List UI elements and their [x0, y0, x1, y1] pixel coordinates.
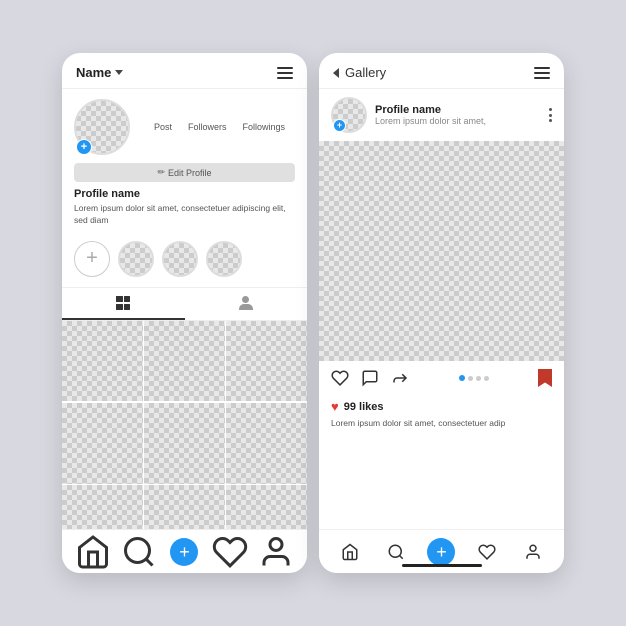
like-button[interactable] — [331, 369, 349, 387]
comment-button[interactable] — [361, 369, 379, 387]
edit-profile-label: Edit Profile — [168, 168, 212, 178]
right-plus-icon: + — [427, 538, 455, 566]
pencil-icon: ✏ — [157, 167, 165, 178]
post-caption: Lorem ipsum dolor sit amet, consectetuer… — [331, 418, 552, 430]
post-image — [319, 141, 564, 361]
stat-posts-label: Post — [154, 122, 172, 132]
profile-name: Profile name — [74, 188, 295, 200]
menu-icon[interactable] — [277, 67, 293, 79]
home-nav-button[interactable] — [75, 534, 111, 570]
phones-container: Name Post — [62, 53, 564, 573]
post-sub-text: Lorem ipsum dolor sit amet, — [375, 116, 486, 126]
bookmark-icon — [538, 369, 552, 387]
right-search-icon — [387, 543, 405, 561]
right-home-icon — [341, 543, 359, 561]
likes-count: 99 likes — [344, 401, 384, 413]
phone-left: Name Post — [62, 53, 307, 573]
post-profile-name: Profile name — [375, 104, 486, 116]
username-text: Name — [76, 65, 111, 80]
left-header: Name — [62, 53, 307, 89]
post-user-info: Profile name Lorem ipsum dolor sit amet, — [375, 104, 486, 126]
right-profile-nav-button[interactable] — [515, 534, 551, 570]
share-icon — [391, 369, 409, 387]
highlight-1[interactable] — [118, 241, 154, 277]
heart-filled-icon: ♥ — [331, 399, 339, 414]
person-tag-icon — [239, 296, 253, 312]
right-home-nav-button[interactable] — [332, 534, 368, 570]
search-nav-button[interactable] — [121, 534, 157, 570]
tabs-row — [62, 287, 307, 321]
grid-post-5[interactable] — [144, 403, 225, 484]
phone-right: Gallery Profile name Lorem ipsum dolor s… — [319, 53, 564, 573]
home-indicator — [402, 564, 482, 567]
heart-icon — [212, 534, 248, 570]
right-person-icon — [524, 543, 542, 561]
avatar-wrap — [74, 99, 130, 155]
grid-post-6[interactable] — [226, 403, 307, 484]
profile-nav-button[interactable] — [258, 534, 294, 570]
grid-icon — [116, 296, 130, 310]
dot-4 — [484, 376, 489, 381]
highlight-2[interactable] — [162, 241, 198, 277]
add-highlight-button[interactable]: + — [74, 241, 110, 277]
post-profile-row: Profile name Lorem ipsum dolor sit amet, — [319, 89, 564, 141]
actions-row — [319, 361, 564, 395]
chevron-down-icon — [115, 70, 123, 75]
post-add-story-badge[interactable] — [333, 119, 346, 132]
profile-top: Post Followers Followings — [74, 99, 295, 155]
right-header: Gallery — [319, 53, 564, 89]
dot-1 — [459, 375, 465, 381]
bottom-nav: + — [62, 529, 307, 573]
comment-icon — [361, 369, 379, 387]
dot-3 — [476, 376, 481, 381]
highlight-3[interactable] — [206, 241, 242, 277]
grid-post-4[interactable] — [62, 403, 143, 484]
add-story-button[interactable] — [76, 139, 92, 155]
post-profile-left: Profile name Lorem ipsum dolor sit amet, — [331, 97, 486, 133]
stat-posts: Post — [154, 122, 172, 132]
share-button[interactable] — [391, 369, 409, 387]
post-avatar — [331, 97, 367, 133]
grid-post-1[interactable] — [62, 321, 143, 402]
right-heart-icon — [478, 543, 496, 561]
stat-followings: Followings — [243, 122, 286, 132]
highlights-row: + — [62, 241, 307, 277]
home-icon — [75, 534, 111, 570]
person-icon — [258, 534, 294, 570]
stat-followings-label: Followings — [243, 122, 286, 132]
grid-post-3[interactable] — [226, 321, 307, 402]
back-button[interactable]: Gallery — [333, 65, 386, 80]
stats-row: Post Followers Followings — [144, 122, 295, 132]
search-icon — [121, 534, 157, 570]
profile-section: Post Followers Followings ✏ Edit Profile… — [62, 89, 307, 241]
gallery-title: Gallery — [345, 65, 386, 80]
actions-left — [331, 369, 409, 387]
likes-row: ♥ 99 likes — [331, 399, 552, 414]
dot-2 — [468, 376, 473, 381]
likes-section: ♥ 99 likes Lorem ipsum dolor sit amet, c… — [319, 395, 564, 436]
edit-profile-button[interactable]: ✏ Edit Profile — [74, 163, 295, 182]
tab-tagged[interactable] — [185, 288, 308, 320]
right-menu-icon[interactable] — [534, 67, 550, 79]
username-dropdown[interactable]: Name — [76, 65, 123, 80]
bio-text: Lorem ipsum dolor sit amet, consectetuer… — [74, 203, 295, 227]
stat-followers-label: Followers — [188, 122, 227, 132]
carousel-dots — [459, 375, 489, 381]
tab-grid[interactable] — [62, 288, 185, 320]
plus-icon: + — [170, 538, 198, 566]
back-chevron-icon — [333, 68, 339, 78]
save-button[interactable] — [538, 369, 552, 387]
grid-post-2[interactable] — [144, 321, 225, 402]
add-nav-button[interactable]: + — [166, 534, 202, 570]
more-options-button[interactable] — [549, 108, 552, 122]
heart-outline-icon — [331, 369, 349, 387]
heart-nav-button[interactable] — [212, 534, 248, 570]
stat-followers: Followers — [188, 122, 227, 132]
